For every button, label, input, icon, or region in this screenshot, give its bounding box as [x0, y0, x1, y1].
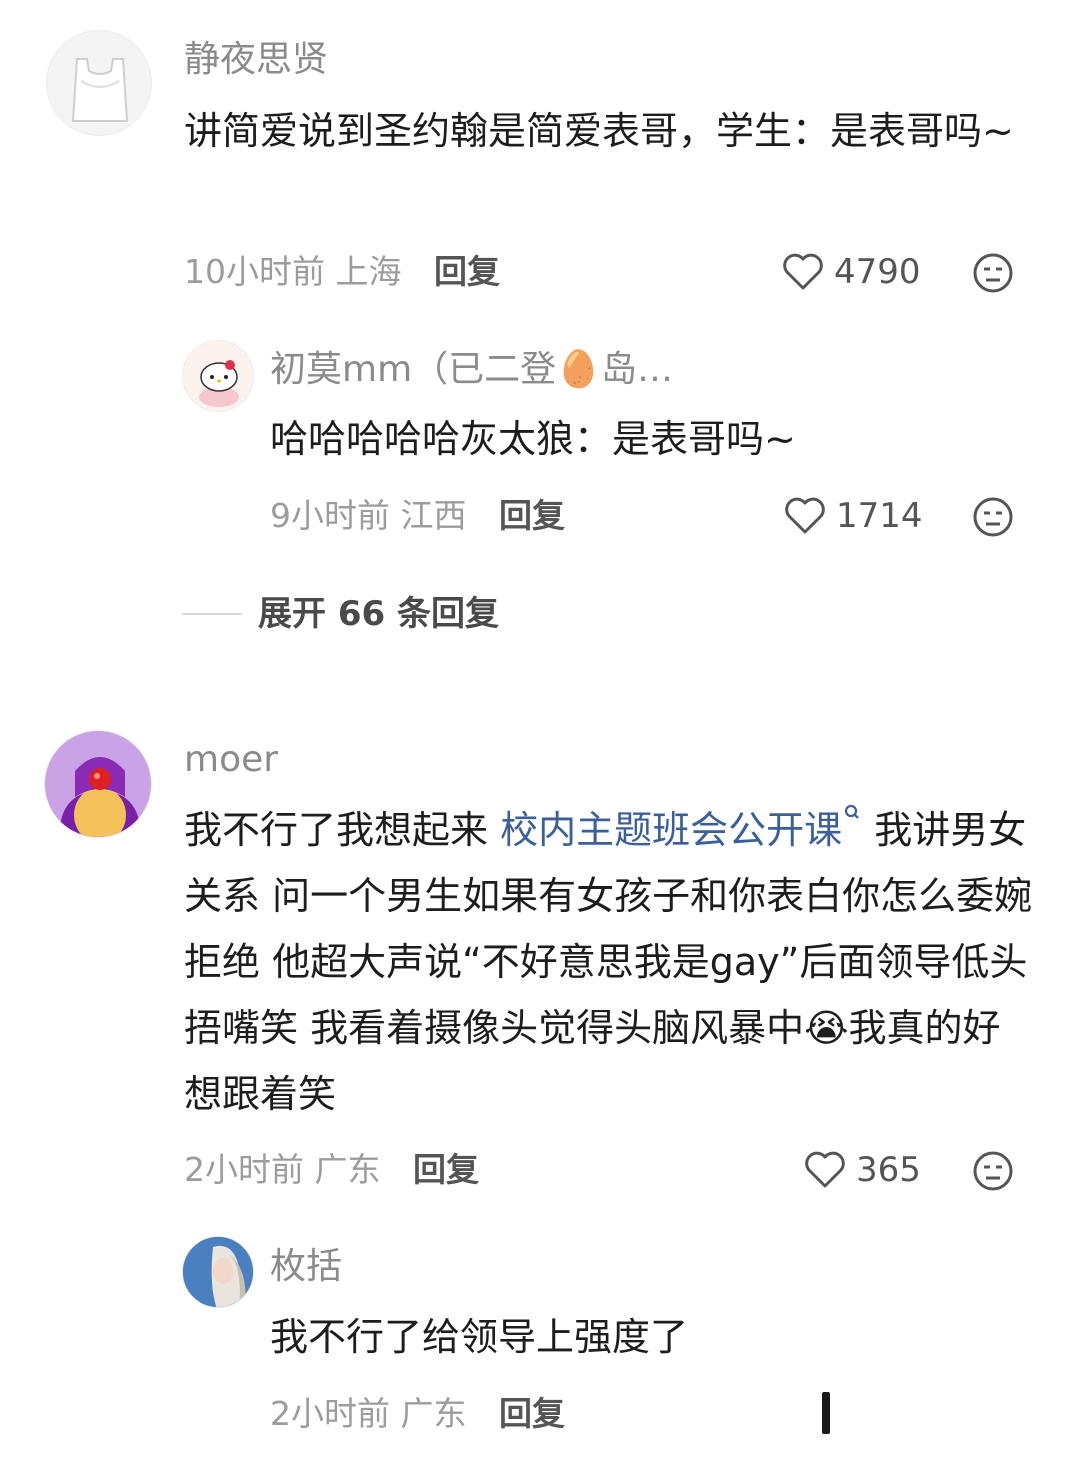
expand-divider — [182, 613, 242, 615]
user-avatar[interactable] — [44, 730, 152, 838]
reply-avatar[interactable] — [182, 340, 254, 412]
reply-author[interactable]: 枚括 — [270, 1245, 342, 1289]
plastic-bag-icon — [71, 58, 129, 122]
comment-author[interactable]: moer — [184, 738, 278, 782]
reply-button[interactable]: 回复 — [434, 252, 500, 291]
heart-outline-icon — [783, 253, 823, 290]
comment-text: 讲简爱说到圣约翰是简爱表哥，学生：是表哥吗~ — [184, 109, 1014, 153]
like-count: 4790 — [834, 252, 921, 292]
comment-time: 10小时前 — [184, 252, 325, 291]
expand-replies-button[interactable]: 展开 66 条回复 — [258, 594, 499, 634]
like-count: 1714 — [836, 496, 923, 536]
scrollbar[interactable] — [822, 1392, 830, 1434]
reply-location: 江西 — [400, 496, 467, 535]
reply-meta: 2小时前 广东 回复 — [270, 1394, 565, 1434]
comment-meta: 2小时前 广东 回复 — [184, 1150, 479, 1190]
topic-link[interactable]: 校内主题班会公开课 — [500, 804, 862, 852]
meh-face-icon — [973, 1151, 1013, 1191]
reply-meta: 9小时前 江西 回复 — [270, 496, 565, 536]
heart-outline-icon — [805, 1151, 845, 1188]
reply-text: 哈哈哈哈哈灰太狼：是表哥吗~ — [270, 417, 796, 461]
comment-location: 上海 — [335, 252, 402, 291]
comment-author[interactable]: 静夜思贤 — [184, 38, 328, 82]
reply-time: 9小时前 — [270, 496, 390, 535]
reply-text: 我不行了给领导上强度了 — [270, 1315, 689, 1359]
meh-face-icon — [973, 253, 1013, 293]
dislike-button[interactable] — [972, 252, 1014, 298]
reply-button[interactable]: 回复 — [499, 1394, 565, 1433]
reply-avatar[interactable] — [182, 1236, 254, 1308]
reply-button[interactable]: 回复 — [413, 1150, 479, 1189]
topic-link-label: 校内主题班会公开课 — [500, 808, 843, 852]
comment-meta: 10小时前 上海 回复 — [184, 252, 500, 292]
dislike-button[interactable] — [972, 496, 1014, 542]
heart-outline-icon — [785, 497, 825, 534]
dislike-button[interactable] — [972, 1150, 1014, 1196]
like-button[interactable]: 4790 — [782, 252, 921, 292]
comment-text: 我不行了我想起来 校内主题班会公开课 我讲男女关系 问一个男生如果有女孩子和你表… — [184, 797, 1036, 1127]
purple-bird-icon — [59, 757, 141, 837]
like-button[interactable]: 365 — [804, 1150, 921, 1190]
crying-emoji-icon: 😭 — [804, 1006, 849, 1050]
like-count: 365 — [856, 1150, 921, 1190]
comment-text-part: 我不行了我想起来 — [184, 808, 489, 852]
user-avatar[interactable] — [46, 30, 152, 136]
reply-author[interactable]: 初莫mm（已二登🥚岛… — [270, 348, 673, 392]
reply-location: 广东 — [400, 1394, 467, 1433]
meh-face-icon — [973, 497, 1013, 537]
comment-time: 2小时前 — [184, 1150, 304, 1189]
like-button[interactable]: 1714 — [784, 496, 923, 536]
hello-kitty-icon — [199, 360, 239, 407]
reply-button[interactable]: 回复 — [499, 496, 565, 535]
search-icon — [845, 804, 859, 819]
reply-time: 2小时前 — [270, 1394, 390, 1433]
comment-location: 广东 — [314, 1150, 381, 1189]
girl-photo-icon — [183, 1237, 253, 1307]
